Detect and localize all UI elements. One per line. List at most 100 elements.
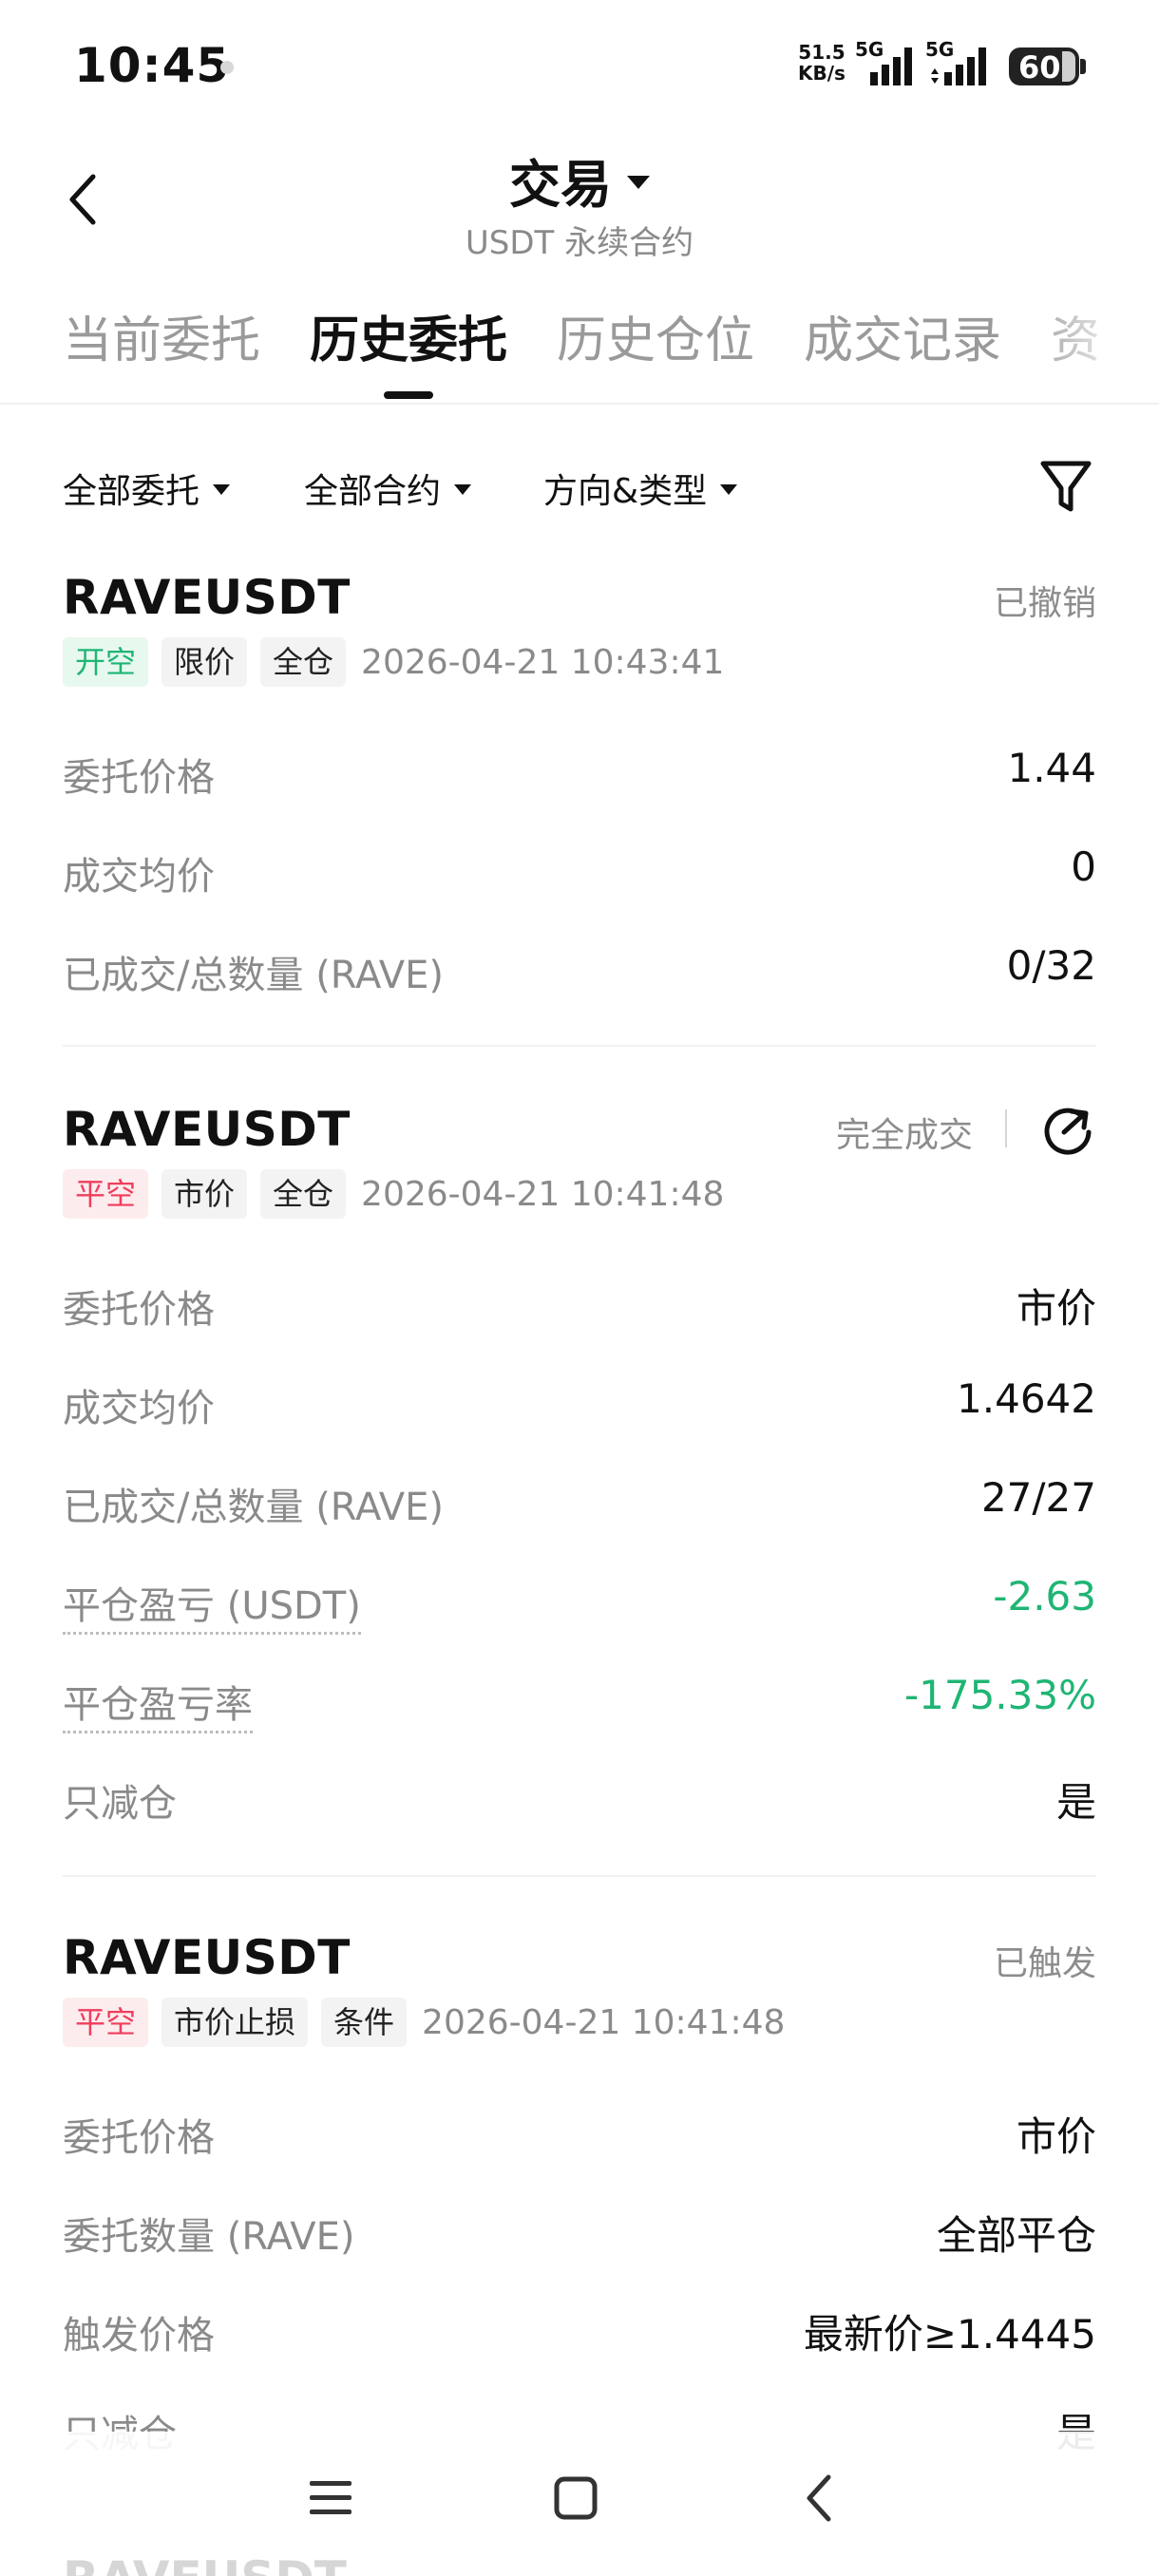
signal-strength-icon: [870, 47, 912, 85]
tag-direction: 平空: [63, 1169, 149, 1219]
row-label-tooltip[interactable]: 平仓盈亏 (USDT): [63, 1575, 361, 1635]
caret-down-icon: [720, 483, 738, 495]
detail-row: 委托价格 1.44: [63, 743, 1096, 800]
battery-level: 60: [1018, 49, 1061, 85]
row-value: 1.44: [1007, 745, 1096, 791]
signal-strength-icon: [931, 47, 986, 85]
battery-icon: 60: [1009, 47, 1079, 85]
tag-direction: 平空: [63, 1998, 149, 2047]
tag-condition: 条件: [321, 1998, 408, 2047]
row-value: 最新价≥1.4445: [803, 2311, 1096, 2358]
row-value: 27/27: [980, 1474, 1096, 1521]
order-card[interactable]: RAVEUSDT 已撤销 开空 限价 全仓 2026-04-21 10:43:4…: [63, 570, 1096, 1007]
row-value-pnl: -2.63: [993, 1573, 1096, 1619]
row-label: 只减仓: [63, 1782, 177, 1826]
order-status: 已触发: [993, 1944, 1096, 1983]
order-time: 2026-04-21 10:41:48: [361, 1174, 725, 1214]
order-symbol: RAVEUSDT: [63, 570, 351, 625]
app-screen: 10:45 51.5 KB/s 5G 5G 60 交易 USDT 永续合约 当前…: [0, 0, 1159, 2576]
order-time: 2026-04-21 10:43:41: [361, 642, 725, 682]
page-title-dropdown[interactable]: 交易: [0, 142, 1159, 218]
order-tags: 平空 市价 全仓 2026-04-21 10:41:48: [63, 1168, 724, 1220]
detail-row: 已成交/总数量 (RAVE) 27/27: [63, 1472, 1096, 1529]
notification-dot-icon: [220, 61, 234, 74]
order-status: 完全成交: [835, 1116, 973, 1155]
row-value: 1.4642: [957, 1375, 1096, 1422]
filter-bar: 全部委托 全部合约 方向&类型: [0, 456, 1159, 522]
row-value: 市价: [1016, 1285, 1096, 1332]
caret-down-icon: [454, 483, 472, 495]
caret-down-icon: [627, 176, 650, 190]
active-tab-indicator: [384, 391, 433, 399]
nav-back-button[interactable]: [781, 2460, 857, 2536]
card-divider: [63, 1045, 1096, 1047]
detail-row: 委托价格 市价: [63, 1275, 1096, 1332]
row-value-pnl-rate: -175.33%: [903, 1672, 1096, 1718]
tab-order-history[interactable]: 历史委托: [310, 300, 507, 371]
chevron-left-icon: [807, 2474, 831, 2522]
tab-trade-records[interactable]: 成交记录: [804, 300, 1001, 371]
network-speed-value: 51.5: [798, 41, 846, 64]
status-separator: [1005, 1109, 1007, 1147]
direction-type-filter-label: 方向&类型: [543, 472, 708, 511]
refresh-arrow-icon[interactable]: [1041, 1102, 1094, 1155]
detail-row: 已成交/总数量 (RAVE) 0/32: [63, 940, 1096, 997]
tag-margin-mode: 全仓: [260, 1169, 347, 1219]
order-type-filter-label: 全部委托: [63, 472, 200, 511]
network-speed: 51.5 KB/s: [798, 42, 846, 84]
tab-current-orders[interactable]: 当前委托: [63, 300, 260, 371]
order-status: 已撤销: [993, 584, 1096, 623]
order-card[interactable]: RAVEUSDT 已触发 平空 市价止损 条件 2026-04-21 10:41…: [63, 1930, 1096, 2456]
row-value: 是: [1055, 1779, 1096, 1826]
row-label: 委托价格: [63, 1288, 215, 1332]
page-subtitle: USDT 永续合约: [465, 224, 694, 262]
row-label-tooltip[interactable]: 平仓盈亏率: [63, 1674, 253, 1733]
order-time: 2026-04-21 10:41:48: [422, 2002, 786, 2042]
row-value: 0: [1071, 843, 1096, 890]
row-label: 委托数量 (RAVE): [63, 2215, 355, 2259]
detail-row: 触发价格 最新价≥1.4445: [63, 2301, 1096, 2358]
tag-order-type: 限价: [162, 637, 248, 687]
row-value: 0/32: [1006, 942, 1096, 989]
detail-row: 委托价格 市价: [63, 2103, 1096, 2160]
row-label: 委托价格: [63, 756, 215, 800]
next-order-symbol-peek: RAVEUSDT: [63, 2551, 347, 2576]
contract-filter-label: 全部合约: [304, 472, 442, 511]
direction-type-filter[interactable]: 方向&类型: [543, 464, 738, 513]
detail-row: 成交均价 0: [63, 842, 1096, 899]
row-value: 全部平仓: [936, 2212, 1096, 2259]
detail-row: 平仓盈亏 (USDT) -2.63: [63, 1571, 1096, 1635]
detail-row: 成交均价 1.4642: [63, 1373, 1096, 1430]
row-label: 触发价格: [63, 2314, 215, 2358]
menu-lines-icon: [310, 2481, 352, 2514]
row-label: 已成交/总数量 (RAVE): [63, 954, 445, 997]
detail-row: 只减仓 是: [63, 1769, 1096, 1826]
order-tags: 平空 市价止损 条件 2026-04-21 10:41:48: [63, 1997, 785, 2048]
square-home-icon: [554, 2476, 598, 2520]
filter-funnel-icon[interactable]: [1037, 454, 1094, 517]
order-tabs: 当前委托 历史委托 历史仓位 成交记录 资: [0, 300, 1159, 405]
card-divider: [63, 1875, 1096, 1877]
order-type-filter[interactable]: 全部委托: [63, 464, 231, 513]
nav-menu-button[interactable]: [293, 2460, 369, 2536]
status-time: 10:45: [74, 38, 231, 93]
order-card[interactable]: RAVEUSDT 完全成交 平空 市价 全仓 2026-04-21 10:41:…: [63, 1102, 1096, 1843]
detail-row: 委托数量 (RAVE) 全部平仓: [63, 2202, 1096, 2259]
network-speed-unit: KB/s: [798, 62, 846, 85]
tag-margin-mode: 全仓: [260, 637, 347, 687]
row-label: 委托价格: [63, 2116, 215, 2160]
tag-direction: 开空: [63, 637, 149, 687]
row-label: 成交均价: [63, 855, 215, 899]
status-bar: 10:45 51.5 KB/s 5G 5G 60: [0, 0, 1159, 123]
order-symbol: RAVEUSDT: [63, 1930, 351, 1985]
order-tags: 开空 限价 全仓 2026-04-21 10:43:41: [63, 636, 724, 688]
nav-home-button[interactable]: [538, 2460, 614, 2536]
caret-down-icon: [213, 483, 231, 495]
tag-order-type: 市价: [162, 1169, 248, 1219]
page-title: 交易: [509, 155, 612, 215]
row-label: 成交均价: [63, 1387, 215, 1430]
contract-filter[interactable]: 全部合约: [304, 464, 472, 513]
tab-position-history[interactable]: 历史仓位: [557, 300, 754, 371]
order-symbol: RAVEUSDT: [63, 1102, 351, 1157]
detail-row: 平仓盈亏率 -175.33%: [63, 1670, 1096, 1733]
